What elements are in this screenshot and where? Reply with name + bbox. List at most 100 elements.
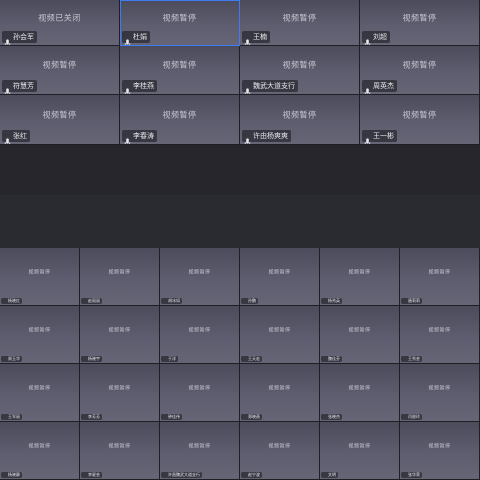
participant-name-bar: 钟佳伟	[161, 414, 182, 420]
participant-name-bar: 赵宁波	[241, 472, 262, 478]
small-participant-tile[interactable]: 视频暂停 闫俊玲	[400, 364, 480, 422]
participant-name: 符慧芳	[13, 82, 34, 90]
small-participant-tile[interactable]: 视频暂停孙鹏	[240, 248, 320, 306]
participant-name-bar: 许昌魏武大道支行	[161, 472, 202, 478]
participant-name: 张晓杰	[328, 414, 340, 419]
small-participant-tile[interactable]: 视频暂停 张晓杰	[320, 364, 400, 422]
participant-name-bar: 王秀芸	[401, 356, 422, 362]
microphone-icon	[82, 414, 87, 420]
large-participant-tile[interactable]: 视频暂停 刘超	[360, 0, 480, 46]
participant-name-bar: 李星芸	[81, 472, 102, 478]
microphone-icon	[244, 82, 251, 94]
large-participant-tile[interactable]: 视频暂停符慧芳	[0, 46, 120, 95]
small-participant-tile[interactable]: 视频暂停 许昌魏武大道支行	[160, 422, 240, 480]
video-status-text: 视频暂停	[28, 327, 51, 334]
participant-name-bar: 张华荣	[401, 472, 422, 478]
microphone-icon	[4, 33, 11, 45]
video-status-text: 视频暂停	[428, 385, 451, 392]
video-status-text: 视频暂停	[108, 327, 131, 334]
participant-name-bar: 王一彬	[362, 130, 397, 144]
small-participant-tile[interactable]: 视频暂停 杨晓红	[0, 248, 80, 306]
participant-name-bar: 唐莉莉	[401, 298, 422, 304]
microphone-icon	[124, 33, 131, 45]
microphone-icon	[364, 33, 371, 45]
microphone-icon	[402, 356, 407, 362]
microphone-icon	[82, 472, 87, 478]
microphone-icon	[322, 298, 327, 304]
microphone-icon	[244, 33, 251, 45]
video-status-text: 视频暂停	[188, 327, 211, 334]
small-participant-tile[interactable]: 视频暂停 魏佳芬	[320, 306, 400, 364]
video-status-text: 视频暂停	[268, 327, 291, 334]
small-participant-tile[interactable]: 视频暂停 张华荣	[400, 422, 480, 480]
large-participant-tile[interactable]: 视频暂停王一彬	[360, 95, 480, 145]
small-participant-tile[interactable]: 视频暂停 杨秀英	[320, 248, 400, 306]
participant-name: 文明	[328, 472, 336, 477]
participant-name: 杨晓静	[8, 472, 20, 477]
large-participant-tile[interactable]: 视频已关闭 孙会军	[0, 0, 120, 46]
microphone-icon	[242, 356, 247, 362]
participant-name-bar: 郑晓燕	[241, 414, 262, 420]
video-status-text: 视频暂停	[402, 110, 437, 120]
large-participant-tile[interactable]: 视频暂停 魏武大道支行	[240, 46, 360, 95]
small-participant-tile[interactable]: 视频暂停 郑晓燕	[240, 364, 320, 422]
microphone-icon	[364, 82, 371, 94]
participant-name-bar: 杨秀英	[321, 298, 342, 304]
video-status-text: 视频暂停	[162, 110, 197, 120]
microphone-icon	[242, 414, 247, 420]
small-participant-tile[interactable]: 视频暂停杨晓宇	[80, 306, 160, 364]
participant-name-bar: 刘超	[362, 31, 390, 45]
participant-name-bar: 胡冰如	[161, 298, 182, 304]
microphone-icon	[2, 472, 7, 478]
large-participant-tile[interactable]: 视频暂停李春涛	[120, 95, 240, 145]
small-participant-tile[interactable]: 视频暂停 文明	[320, 422, 400, 480]
video-status-text: 视频暂停	[268, 269, 291, 276]
participant-name-bar: 魏佳芬	[321, 356, 342, 362]
small-participant-tile[interactable]: 视频暂停赵宁波	[240, 422, 320, 480]
participant-name: 李春涛	[133, 132, 154, 140]
small-participant-tile[interactable]: 视频暂停 周玉华	[0, 306, 80, 364]
small-participant-tile[interactable]: 视频暂停钟佳伟	[160, 364, 240, 422]
large-participant-tile[interactable]: 视频暂停 李桂燕	[120, 46, 240, 95]
participant-name-bar: 许由杨爽爽	[242, 130, 291, 144]
video-status-text: 视频暂停	[188, 385, 211, 392]
large-participant-tile[interactable]: 视频暂停 王楠	[240, 0, 360, 46]
participant-name: 赵丽丽	[88, 298, 100, 303]
microphone-icon	[322, 356, 327, 362]
video-status-text: 视频暂停	[108, 385, 131, 392]
participant-name: 杨晓宇	[88, 356, 100, 361]
small-participant-tile[interactable]: 视频暂停 杨晓静	[0, 422, 80, 480]
section-divider	[0, 195, 480, 248]
video-status-text: 视频暂停	[42, 60, 77, 70]
microphone-icon	[402, 414, 407, 420]
small-participant-tile[interactable]: 视频暂停 王秀芸	[400, 306, 480, 364]
video-status-text: 视频暂停	[108, 269, 131, 276]
video-status-text: 视频暂停	[268, 443, 291, 450]
microphone-icon	[162, 356, 167, 362]
microphone-icon	[2, 298, 7, 304]
microphone-icon	[4, 82, 11, 94]
large-participant-tile[interactable]: 视频暂停 许由杨爽爽	[240, 95, 360, 145]
video-status-text: 视频暂停	[28, 385, 51, 392]
small-participant-tile[interactable]: 视频暂停 王军丽	[0, 364, 80, 422]
small-participant-tile[interactable]: 视频暂停赵丽丽	[80, 248, 160, 306]
participant-name-bar: 王天宏	[241, 356, 262, 362]
large-participant-tile[interactable]: 视频暂停 周英杰	[360, 46, 480, 95]
large-participant-tile[interactable]: 视频暂停 杜娟	[120, 0, 240, 46]
participant-name: 杨晓红	[8, 298, 20, 303]
microphone-icon	[364, 132, 371, 144]
participant-name-bar: 孙鹏	[241, 298, 258, 304]
small-participant-tile[interactable]: 视频暂停 于洋	[160, 306, 240, 364]
large-participant-tile[interactable]: 视频暂停 张红	[0, 95, 120, 145]
participant-name: 孙鹏	[248, 298, 256, 303]
small-participant-tile[interactable]: 视频暂停 胡冰如	[160, 248, 240, 306]
bottom-video-grid: 视频暂停 杨晓红 视频暂停 赵丽丽 视频暂停 胡冰如 视频暂停 孙鹏 视频暂停 杨秀英 视频暂停 唐莉…	[0, 248, 480, 480]
small-participant-tile[interactable]: 视频暂停 唐莉莉	[400, 248, 480, 306]
small-participant-tile[interactable]: 视频暂停 李芳芳	[80, 364, 160, 422]
small-participant-tile[interactable]: 视频暂停王天宏	[240, 306, 320, 364]
small-participant-tile[interactable]: 视频暂停 李星芸	[80, 422, 160, 480]
participant-name: 郑晓燕	[248, 414, 260, 419]
microphone-icon	[162, 298, 167, 304]
participant-name: 孙会军	[13, 33, 34, 41]
participant-name: 王一彬	[373, 132, 394, 140]
